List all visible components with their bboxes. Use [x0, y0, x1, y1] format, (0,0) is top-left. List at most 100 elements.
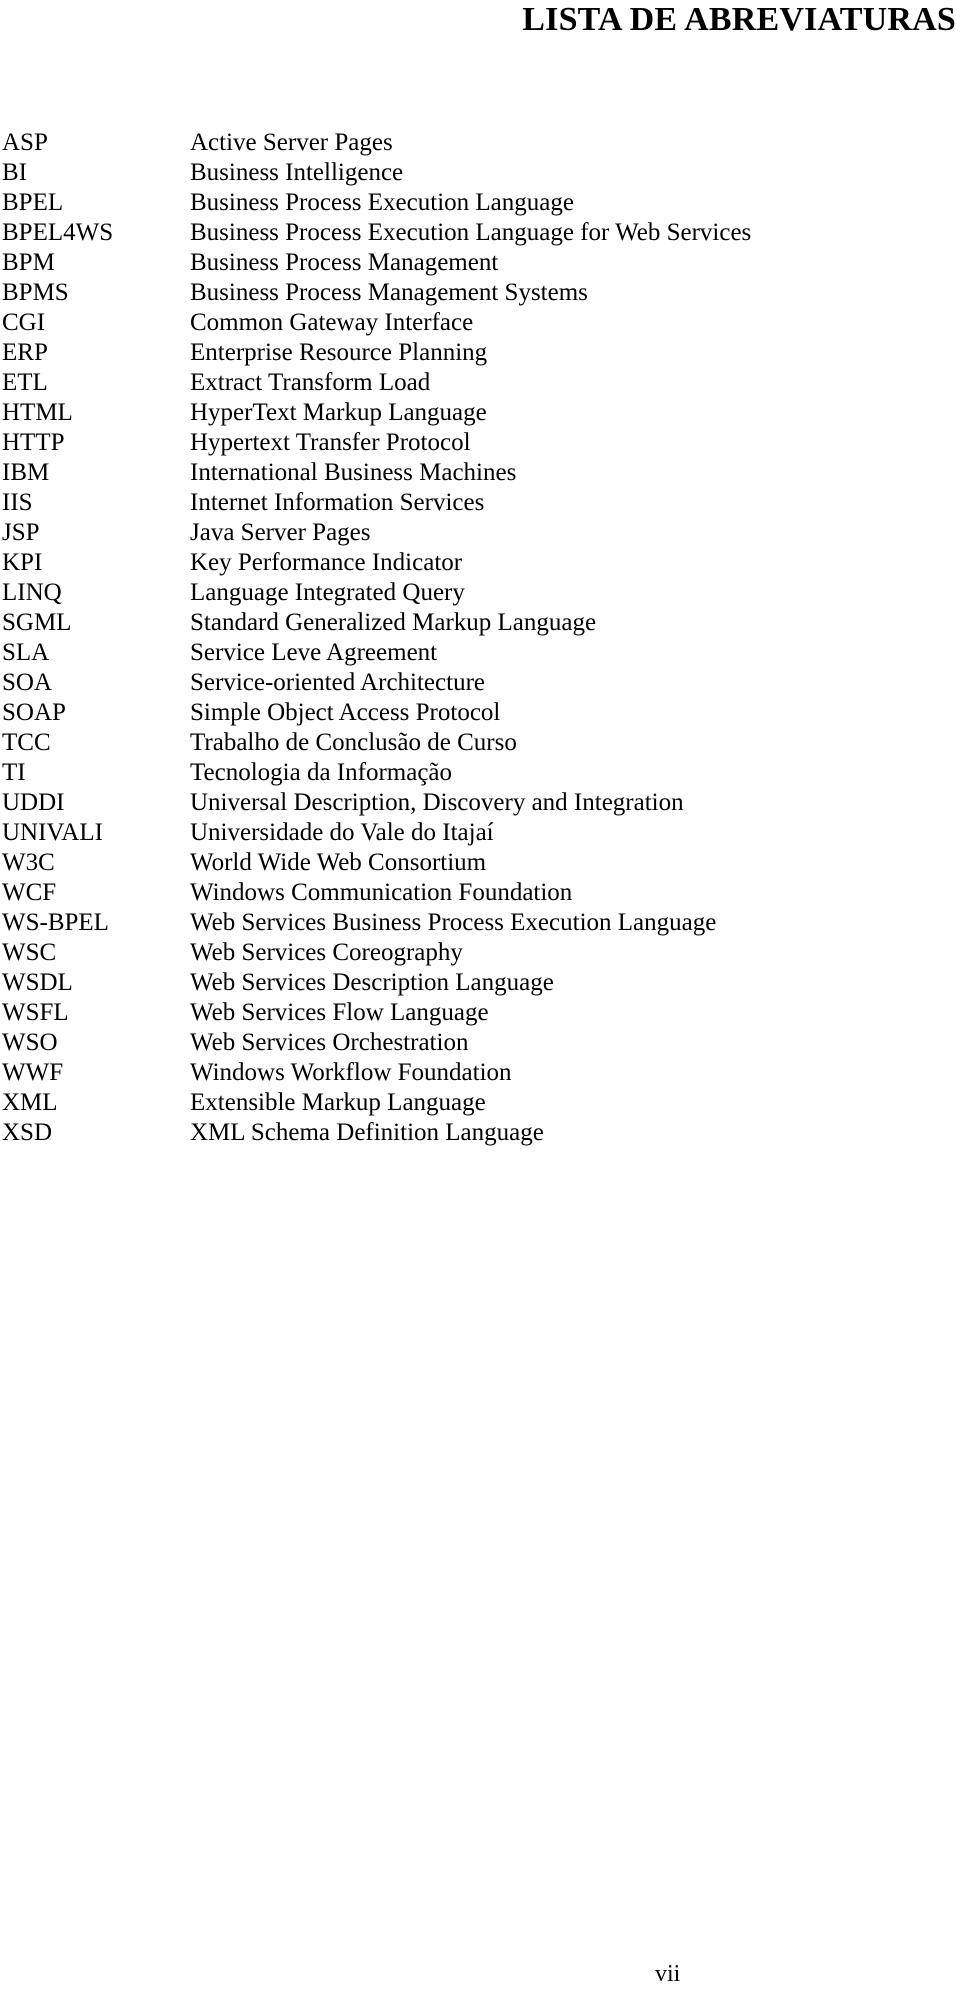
- abbreviation-term: BPEL4WS: [2, 219, 114, 246]
- abbreviation-definition: Standard Generalized Markup Language: [190, 609, 597, 636]
- abbreviation-row: ETL Extract Transform Load: [2, 368, 958, 398]
- page-number: vii: [655, 1961, 681, 1987]
- abbreviation-term: SGML: [2, 609, 72, 636]
- abbreviation-term: WSO: [2, 1029, 58, 1056]
- abbreviation-term: WWF: [2, 1059, 64, 1086]
- abbreviation-term: SOAP: [2, 699, 66, 726]
- abbreviation-definition: Active Server Pages: [190, 129, 393, 156]
- abbreviation-term: BI: [2, 159, 27, 186]
- abbreviation-row: UDDI Universal Description, Discovery and…: [2, 788, 958, 818]
- abbreviation-term: IBM: [2, 459, 50, 486]
- abbreviation-row: SOA Service-oriented Architecture: [2, 668, 958, 698]
- abbreviation-definition: Universal Description, Discovery and Int…: [190, 789, 684, 816]
- abbreviation-definition: Business Process Management: [190, 249, 499, 276]
- abbreviation-definition: Service-oriented Architecture: [190, 669, 485, 696]
- abbreviation-term: IIS: [2, 489, 33, 516]
- abbreviation-term: WSFL: [2, 999, 69, 1026]
- abbreviation-definition: Extract Transform Load: [190, 369, 431, 396]
- abbreviation-term: BPEL: [2, 189, 64, 216]
- abbreviation-term: HTML: [2, 399, 73, 426]
- abbreviation-row: UNIVALI Universidade do Vale do Itajaí: [2, 818, 958, 848]
- page-footer: vii: [0, 1958, 960, 1998]
- abbreviation-term: WSDL: [2, 969, 73, 996]
- abbreviation-term: SOA: [2, 669, 53, 696]
- abbreviation-definition: Trabalho de Conclusão de Curso: [190, 729, 517, 756]
- page-title: LISTA DE ABREVIATURAS: [522, 1, 956, 38]
- abbreviation-row: JSP Java Server Pages: [2, 518, 958, 548]
- abbreviation-row: SLA Service Leve Agreement: [2, 638, 958, 668]
- abbreviation-definition: Web Services Flow Language: [190, 999, 489, 1026]
- abbreviation-row: WSC Web Services Coreography: [2, 938, 958, 968]
- abbreviation-definition: Web Services Description Language: [190, 969, 554, 996]
- abbreviation-row: WS-BPEL Web Services Business Process Exe…: [2, 908, 958, 938]
- abbreviation-definition: Enterprise Resource Planning: [190, 339, 488, 366]
- abbreviation-row: XML Extensible Markup Language: [2, 1088, 958, 1118]
- abbreviation-row: BPEL Business Process Execution Language: [2, 188, 958, 218]
- abbreviation-row: BPEL4WS Business Process Execution Langua…: [2, 218, 958, 248]
- abbreviation-row: ASP Active Server Pages: [2, 128, 958, 158]
- abbreviation-term: WSC: [2, 939, 57, 966]
- abbreviation-definition: Windows Workflow Foundation: [190, 1059, 512, 1086]
- abbreviation-row: BPMS Business Process Management Systems: [2, 278, 958, 308]
- abbreviation-definition: Web Services Orchestration: [190, 1029, 469, 1056]
- abbreviation-row: HTTP Hypertext Transfer Protocol: [2, 428, 958, 458]
- abbreviation-row: IBM International Business Machines: [2, 458, 958, 488]
- abbreviation-definition: Simple Object Access Protocol: [190, 699, 501, 726]
- abbreviation-term: WS-BPEL: [2, 909, 109, 936]
- abbreviation-term: XML: [2, 1089, 58, 1116]
- abbreviation-term: ERP: [2, 339, 48, 366]
- abbreviation-definition: Web Services Coreography: [190, 939, 463, 966]
- abbreviation-row: IIS Internet Information Services: [2, 488, 958, 518]
- abbreviation-list: ASP Active Server Pages BI Business Intelli…: [2, 128, 958, 1148]
- abbreviation-definition: Common Gateway Interface: [190, 309, 474, 336]
- abbreviation-term: BPM: [2, 249, 55, 276]
- abbreviation-row: TI Tecnologia da Informação: [2, 758, 958, 788]
- abbreviation-definition: Language Integrated Query: [190, 579, 465, 606]
- abbreviation-definition: Service Leve Agreement: [190, 639, 438, 666]
- abbreviation-definition: Universidade do Vale do Itajaí: [190, 819, 494, 846]
- abbreviation-definition: World Wide Web Consortium: [190, 849, 487, 876]
- abbreviation-row: WSO Web Services Orchestration: [2, 1028, 958, 1058]
- abbreviation-term: BPMS: [2, 279, 69, 306]
- abbreviation-definition: XML Schema Definition Language: [190, 1119, 544, 1146]
- abbreviation-definition: Internet Information Services: [190, 489, 485, 516]
- abbreviation-row: W3C World Wide Web Consortium: [2, 848, 958, 878]
- abbreviation-term: XSD: [2, 1119, 53, 1146]
- abbreviation-definition: Business Intelligence: [190, 159, 404, 186]
- abbreviation-term: KPI: [2, 549, 43, 576]
- abbreviation-definition: Windows Communication Foundation: [190, 879, 573, 906]
- abbreviation-row: WSFL Web Services Flow Language: [2, 998, 958, 1028]
- abbreviation-term: W3C: [2, 849, 55, 876]
- abbreviation-row: BPM Business Process Management: [2, 248, 958, 278]
- abbreviation-term: UDDI: [2, 789, 65, 816]
- abbreviation-term: LINQ: [2, 579, 62, 606]
- abbreviation-row: KPI Key Performance Indicator: [2, 548, 958, 578]
- abbreviation-term: TCC: [2, 729, 51, 756]
- abbreviation-definition: Business Process Execution Language: [190, 189, 574, 216]
- abbreviation-definition: HyperText Markup Language: [190, 399, 487, 426]
- abbreviation-row: SGML Standard Generalized Markup Language: [2, 608, 958, 638]
- abbreviation-row: WCF Windows Communication Foundation: [2, 878, 958, 908]
- abbreviation-term: TI: [2, 759, 26, 786]
- abbreviation-row: TCC Trabalho de Conclusão de Curso: [2, 728, 958, 758]
- abbreviation-definition: Business Process Execution Language for …: [190, 219, 752, 246]
- abbreviation-term: WCF: [2, 879, 57, 906]
- abbreviation-row: SOAP Simple Object Access Protocol: [2, 698, 958, 728]
- abbreviation-term: UNIVALI: [2, 819, 103, 846]
- abbreviation-term: ETL: [2, 369, 48, 396]
- abbreviation-row: LINQ Language Integrated Query: [2, 578, 958, 608]
- abbreviation-term: CGI: [2, 309, 46, 336]
- document-page: LISTA DE ABREVIATURAS ASP Active Server P…: [0, 0, 960, 2000]
- abbreviation-definition: Java Server Pages: [190, 519, 371, 546]
- abbreviation-definition: Hypertext Transfer Protocol: [190, 429, 471, 456]
- abbreviation-term: ASP: [2, 129, 48, 156]
- abbreviation-definition: International Business Machines: [190, 459, 517, 486]
- abbreviation-definition: Business Process Management Systems: [190, 279, 588, 306]
- abbreviation-row: CGI Common Gateway Interface: [2, 308, 958, 338]
- abbreviation-definition: Key Performance Indicator: [190, 549, 463, 576]
- abbreviation-row: XSD XML Schema Definition Language: [2, 1118, 958, 1148]
- abbreviation-definition: Web Services Business Process Execution …: [190, 909, 717, 936]
- abbreviation-definition: Tecnologia da Informação: [190, 759, 453, 786]
- abbreviation-term: JSP: [2, 519, 40, 546]
- abbreviation-term: HTTP: [2, 429, 65, 456]
